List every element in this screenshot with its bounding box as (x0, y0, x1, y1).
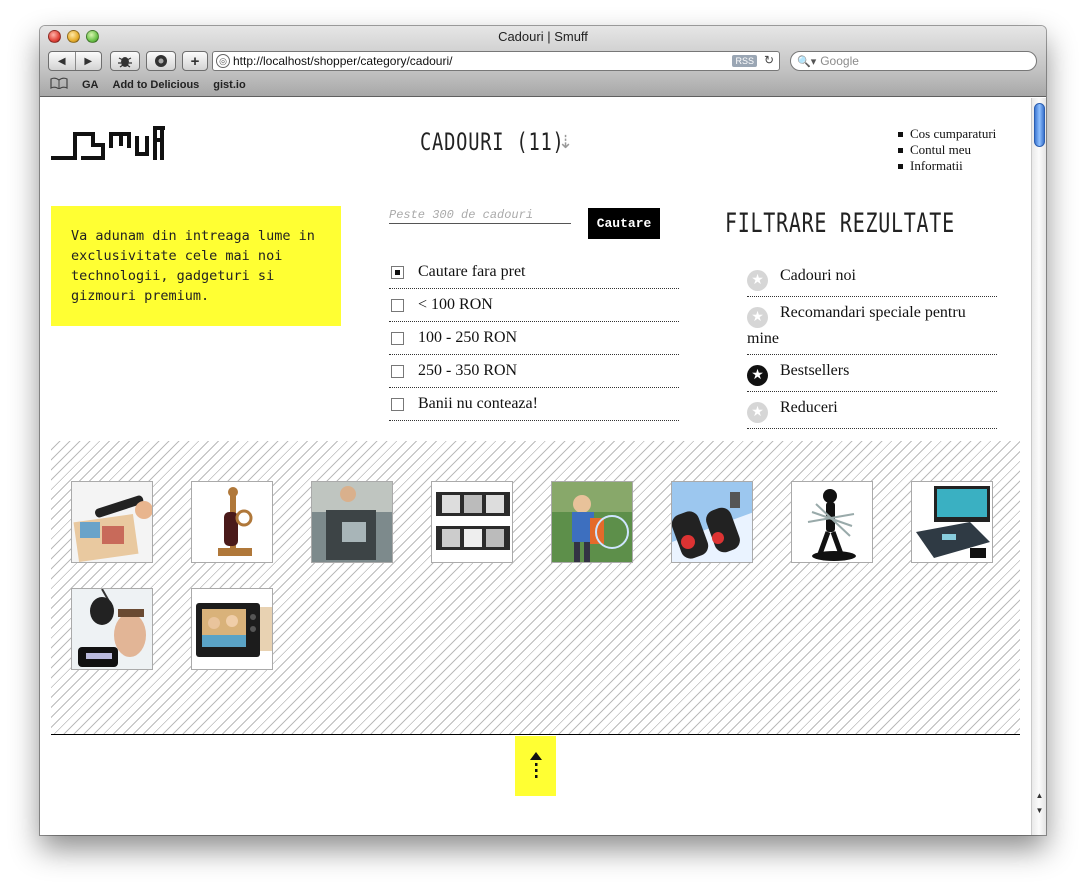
filter-label: Bestsellers (780, 362, 850, 379)
price-filter-item[interactable]: Banii nu conteaza! (389, 388, 679, 421)
forward-icon[interactable]: ▶ (74, 52, 102, 70)
price-filter-list: Cautare fara pret < 100 RON 100 - 250 RO… (389, 256, 679, 421)
globe-icon: ◎ (216, 54, 230, 68)
back-icon[interactable]: ◀ (49, 52, 75, 70)
search-button[interactable]: Cautare (588, 208, 660, 239)
product-thumbnail[interactable] (791, 481, 873, 563)
price-filter-item[interactable]: Cautare fara pret (389, 256, 679, 289)
smuff-logo[interactable] (51, 126, 166, 167)
menu-informatii[interactable]: Informatii (898, 158, 996, 174)
bookmark-gist[interactable]: gist.io (213, 79, 245, 91)
product-thumbnail[interactable] (191, 588, 273, 670)
browser-search-field[interactable]: 🔍▾ Google (790, 51, 1037, 71)
browser-search-placeholder: Google (820, 54, 859, 68)
plus-icon: + (190, 52, 200, 70)
star-icon: ★ (747, 270, 768, 291)
url-bar[interactable]: ◎ http://localhost/shopper/category/cado… (212, 51, 780, 71)
bookmark-delicious[interactable]: Add to Delicious (113, 79, 200, 91)
nav-buttons: ◀ ▶ (48, 51, 102, 71)
filter-list: ★ Cadouri noi ★ Recomandari speciale pentr… (747, 260, 997, 429)
checkbox[interactable] (391, 331, 404, 345)
filter-label: Recomandari speciale pentru mine (747, 304, 966, 347)
product-thumbnail[interactable] (71, 588, 153, 670)
top-menu: Cos cumparaturi Contul meu Informatii (898, 126, 996, 174)
filter-item[interactable]: ★ Reduceri (747, 392, 997, 429)
product-thumbnail[interactable] (551, 481, 633, 563)
scrollbar-thumb[interactable] (1034, 103, 1045, 147)
book-icon[interactable] (50, 77, 68, 92)
filter-label: Cadouri noi (780, 267, 856, 284)
scroll-up-icon[interactable]: ▲ (1032, 788, 1046, 802)
price-filter-item[interactable]: < 100 RON (389, 289, 679, 322)
checkbox[interactable] (391, 298, 404, 312)
price-filter-label: 100 - 250 RON (418, 329, 518, 346)
price-filter-label: < 100 RON (418, 296, 493, 313)
web-page: CADOURI (11) ⇣ Cos cumparaturi Contul me… (40, 98, 1030, 835)
filter-label: Reduceri (780, 399, 838, 416)
url-text: http://localhost/shopper/category/cadour… (233, 54, 453, 68)
reload-icon[interactable]: ↻ (764, 53, 774, 67)
product-thumbnail[interactable] (311, 481, 393, 563)
arrow-up-icon (529, 752, 542, 778)
bug-icon[interactable] (110, 51, 140, 71)
product-grid (51, 441, 1020, 735)
product-thumbnail[interactable] (71, 481, 153, 563)
filter-item[interactable]: ★ Recomandari speciale pentru mine (747, 297, 997, 355)
price-filter-item[interactable]: 250 - 350 RON (389, 355, 679, 388)
product-thumbnail[interactable] (191, 481, 273, 563)
checkbox[interactable] (391, 364, 404, 378)
checkbox-checked[interactable] (391, 265, 404, 279)
star-icon: ★ (747, 365, 768, 386)
bookmarks-bar: GA Add to Delicious gist.io (50, 77, 246, 92)
product-thumbnail[interactable] (431, 481, 513, 563)
star-icon: ★ (747, 307, 768, 328)
promo-box: Va adunam din intreaga lume in exclusivi… (51, 206, 341, 326)
add-bookmark-button[interactable]: + (182, 51, 208, 71)
window-title: Cadouri | Smuff (498, 29, 588, 44)
rss-badge[interactable]: RSS (732, 55, 757, 67)
back-to-top-button[interactable] (515, 736, 556, 796)
filter-item[interactable]: ★ Cadouri noi (747, 260, 997, 297)
vertical-scrollbar[interactable]: ▲ ▼ (1031, 98, 1046, 835)
price-filter-item[interactable]: 100 - 250 RON (389, 322, 679, 355)
menu-contul-meu[interactable]: Contul meu (898, 142, 996, 158)
webcam-icon[interactable] (146, 51, 176, 71)
product-thumbnail[interactable] (671, 481, 753, 563)
search-input[interactable] (389, 206, 571, 224)
filter-item[interactable]: ★ Bestsellers (747, 355, 997, 392)
price-filter-label: Banii nu conteaza! (418, 395, 538, 412)
search-icon: 🔍▾ (797, 55, 817, 68)
category-title: CADOURI (11) (420, 128, 565, 156)
star-icon: ★ (747, 402, 768, 423)
checkbox[interactable] (391, 397, 404, 411)
price-filter-label: Cautare fara pret (418, 263, 526, 280)
arrow-down-icon[interactable]: ⇣ (558, 132, 573, 153)
menu-cos-cumparaturi[interactable]: Cos cumparaturi (898, 126, 996, 142)
browser-chrome: Cadouri | Smuff ◀ ▶ + ◎ http://localhost… (40, 26, 1046, 97)
filter-title: FILTRARE REZULTATE (725, 208, 955, 239)
price-filter-label: 250 - 350 RON (418, 362, 518, 379)
product-thumbnail[interactable] (911, 481, 993, 563)
bookmark-ga[interactable]: GA (82, 79, 99, 91)
scroll-down-icon[interactable]: ▼ (1032, 803, 1046, 817)
browser-window: Cadouri | Smuff ◀ ▶ + ◎ http://localhost… (40, 26, 1046, 835)
